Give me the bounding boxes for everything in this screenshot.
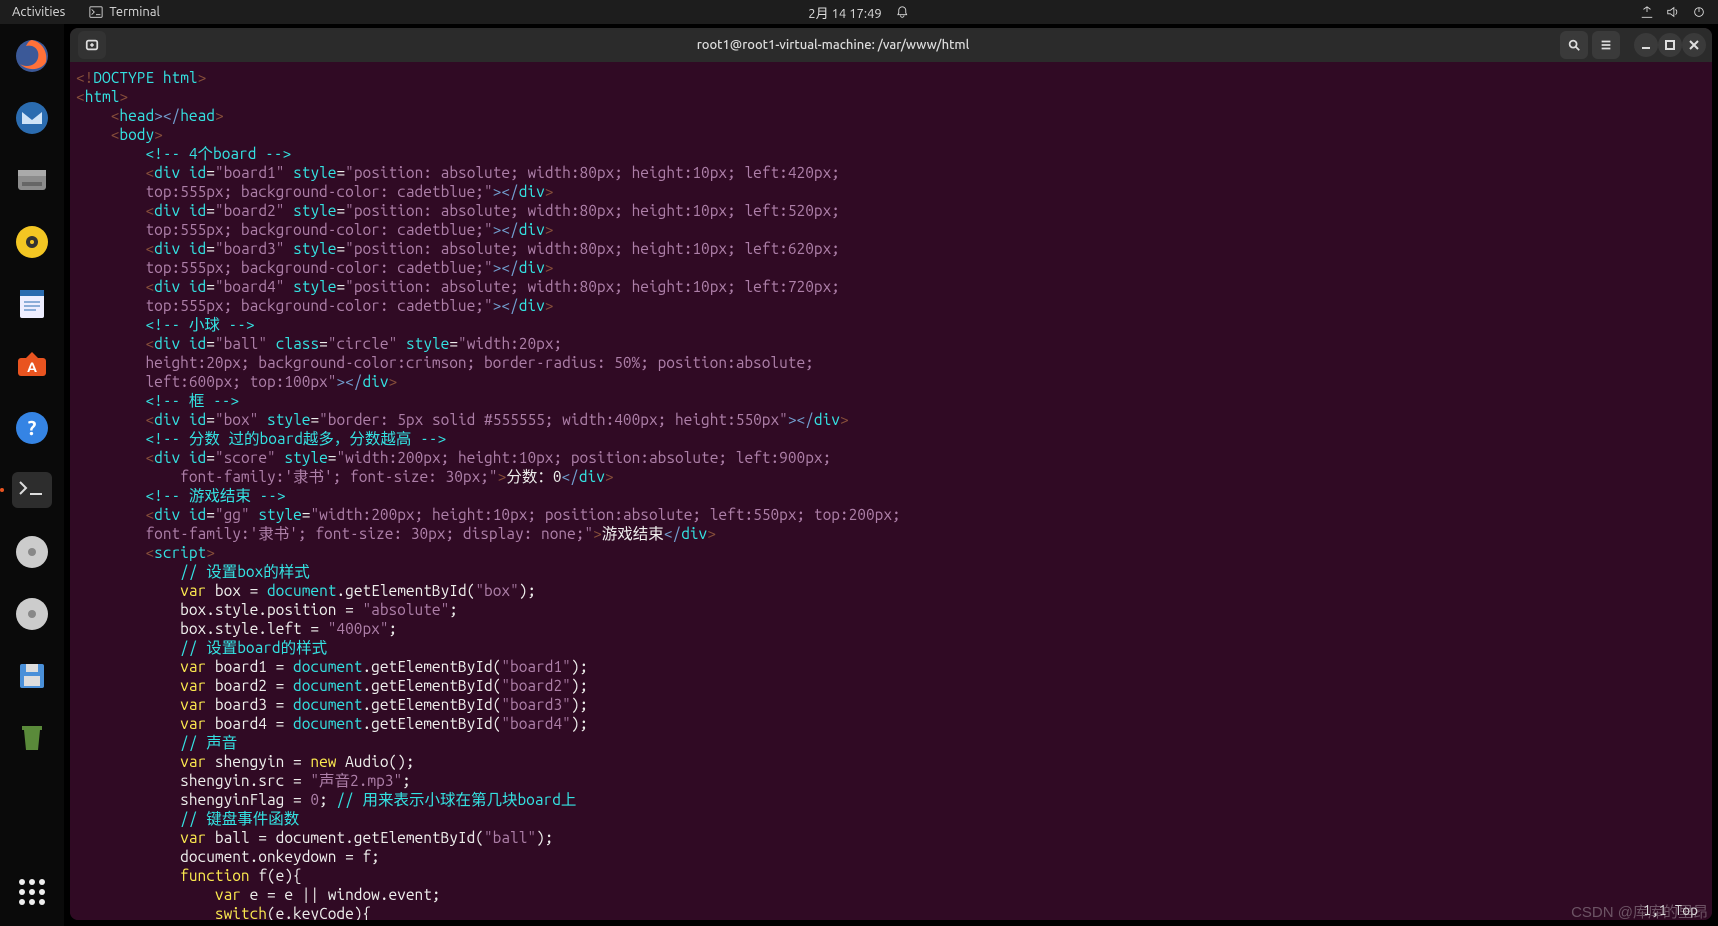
hamburger-menu[interactable] xyxy=(1592,31,1620,59)
watermark: CSDN @库库的里昂 xyxy=(1571,901,1708,922)
activities-button[interactable]: Activities xyxy=(12,5,65,19)
new-tab-button[interactable] xyxy=(78,31,106,59)
dock: A ? xyxy=(0,24,64,926)
clock[interactable]: 2月 14 17:49 xyxy=(808,3,881,22)
svg-text:A: A xyxy=(27,359,37,375)
files-launcher[interactable] xyxy=(8,156,56,204)
minimize-button[interactable] xyxy=(1634,33,1658,57)
disk-launcher[interactable] xyxy=(8,652,56,700)
trash-launcher[interactable] xyxy=(8,714,56,762)
disc1-launcher[interactable] xyxy=(8,528,56,576)
maximize-button[interactable] xyxy=(1658,33,1682,57)
window-title: root1@root1-virtual-machine: /var/www/ht… xyxy=(108,38,1558,52)
terminal-content[interactable]: <!DOCTYPE html> <html> <head></head> <bo… xyxy=(70,62,1712,920)
writer-launcher[interactable] xyxy=(8,280,56,328)
volume-icon[interactable] xyxy=(1666,5,1680,19)
top-panel: Activities Terminal 2月 14 17:49 xyxy=(0,0,1718,24)
svg-text:?: ? xyxy=(28,416,37,439)
help-launcher[interactable]: ? xyxy=(8,404,56,452)
disc2-launcher[interactable] xyxy=(8,590,56,638)
rhythmbox-launcher[interactable] xyxy=(8,218,56,266)
close-button[interactable] xyxy=(1682,33,1706,57)
search-button[interactable] xyxy=(1560,31,1588,59)
thunderbird-launcher[interactable] xyxy=(8,94,56,142)
terminal-window: root1@root1-virtual-machine: /var/www/ht… xyxy=(70,28,1712,920)
power-icon[interactable] xyxy=(1692,5,1706,19)
titlebar: root1@root1-virtual-machine: /var/www/ht… xyxy=(70,28,1712,62)
network-icon[interactable] xyxy=(1640,5,1654,19)
firefox-launcher[interactable] xyxy=(8,32,56,80)
bell-icon[interactable] xyxy=(896,5,910,19)
show-apps[interactable] xyxy=(8,868,56,916)
terminal-label: Terminal xyxy=(109,5,160,19)
software-launcher[interactable]: A xyxy=(8,342,56,390)
terminal-icon xyxy=(89,5,103,19)
terminal-launcher[interactable] xyxy=(8,466,56,514)
terminal-menu[interactable]: Terminal xyxy=(89,5,160,19)
